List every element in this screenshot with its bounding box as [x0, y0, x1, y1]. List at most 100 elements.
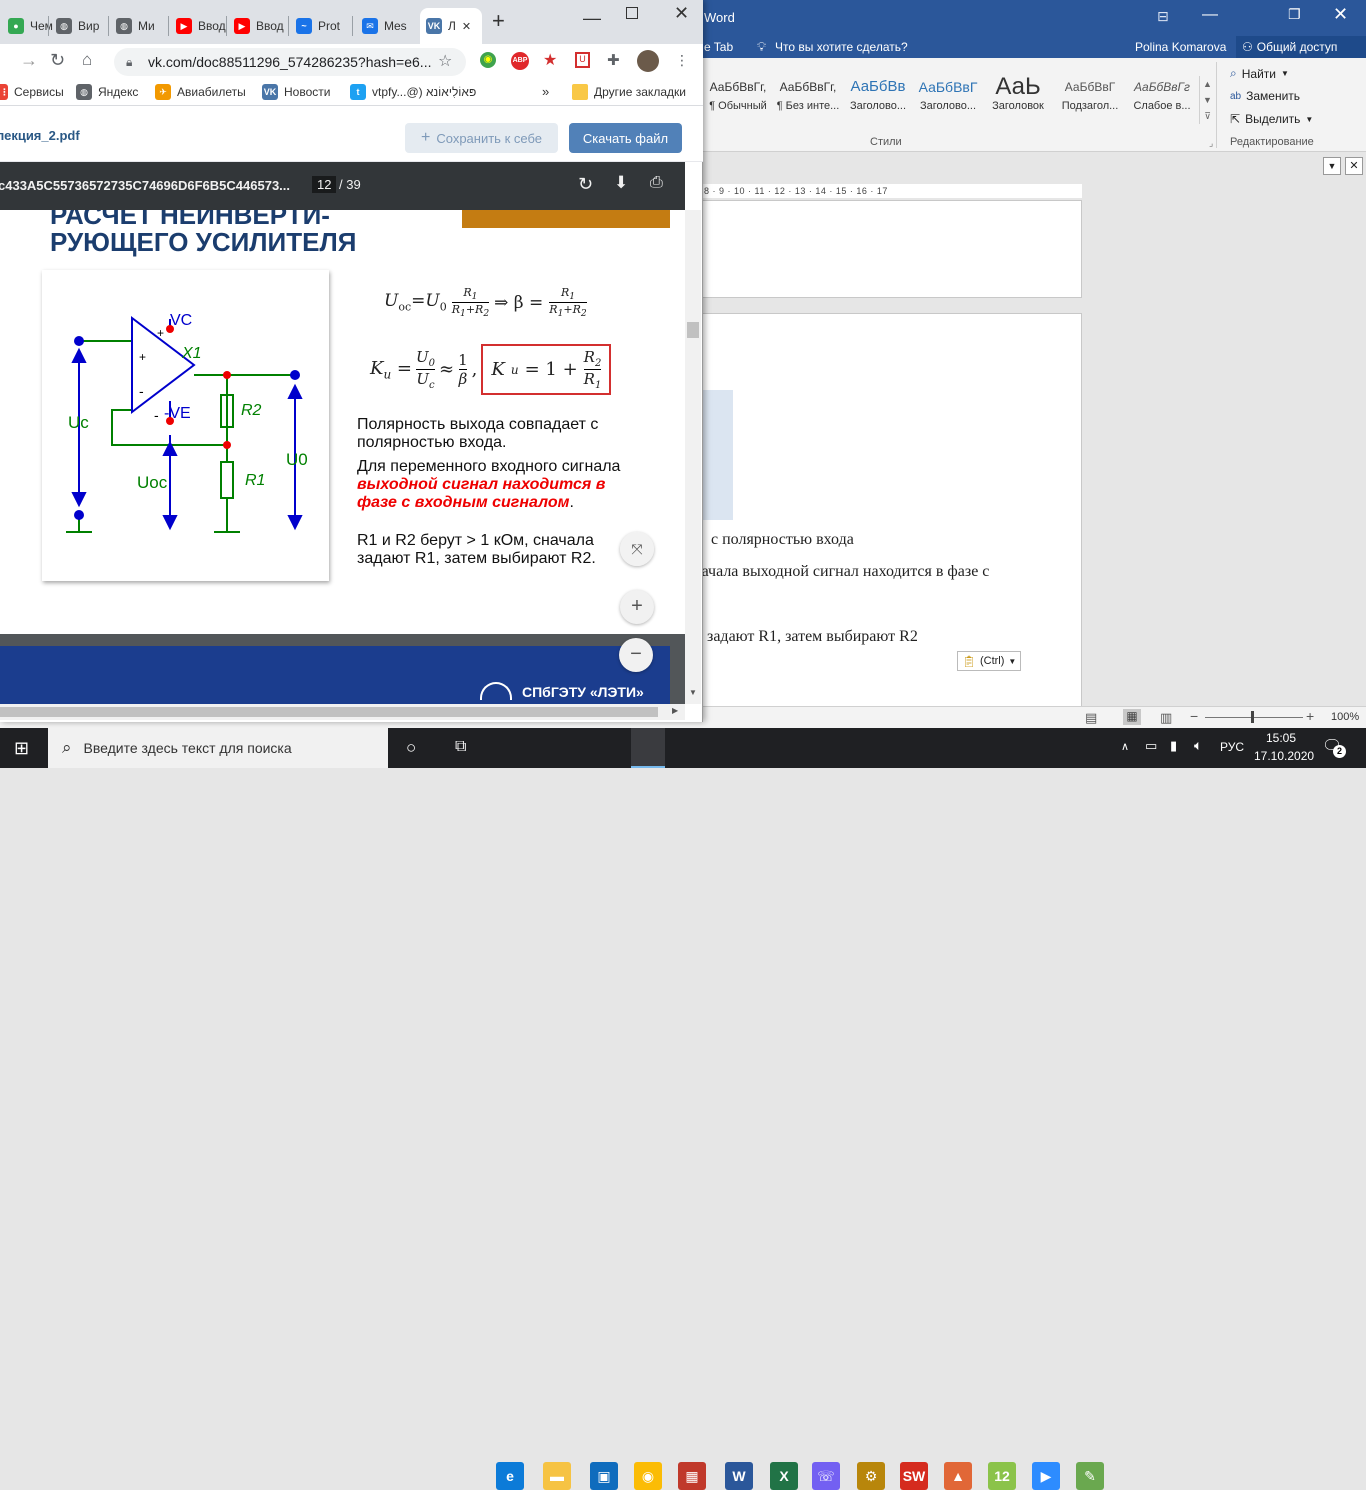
- extension-star-icon[interactable]: ★: [543, 50, 557, 70]
- page-number-input[interactable]: 12: [312, 176, 337, 193]
- excel-icon[interactable]: X: [770, 1462, 798, 1490]
- edge-icon[interactable]: e: [496, 1462, 524, 1490]
- share-button[interactable]: ⚇ Общий доступ: [1236, 36, 1366, 58]
- style-heading1[interactable]: АаБбВв Заголово...: [842, 74, 914, 120]
- print-icon[interactable]: ⎙: [650, 174, 663, 192]
- paste-options-button[interactable]: 📋︎ (Ctrl) ▼: [957, 651, 1022, 671]
- download-icon[interactable]: ⬇: [614, 173, 628, 193]
- forward-icon[interactable]: →: [20, 50, 38, 71]
- taskbar-search-box[interactable]: ⌕ Введите здесь текст для поиска: [48, 728, 388, 768]
- word-ruler[interactable]: 8 · 9 · 10 · 11 · 12 · 13 · 14 · 15 · 16…: [700, 184, 1082, 198]
- notification-center-icon[interactable]: 🗨︎ 2: [1322, 736, 1346, 760]
- tray-chevron-icon[interactable]: ∧: [1121, 740, 1129, 753]
- style-heading2[interactable]: АаБбВвГ Заголово...: [912, 74, 984, 120]
- browser-tab[interactable]: ~ Prot: [290, 8, 346, 44]
- style-normal[interactable]: АаБбВвГг, ¶ Обычный: [702, 74, 774, 120]
- browser-tab[interactable]: ✉ Mes: [356, 8, 412, 44]
- task-view-icon[interactable]: ⧉: [455, 738, 466, 756]
- extension-1-icon[interactable]: ◉: [480, 52, 496, 68]
- pdf-horizontal-scrollbar[interactable]: ▶: [0, 704, 685, 720]
- network-icon[interactable]: ▭: [1145, 738, 1157, 754]
- pdf-vertical-scrollbar[interactable]: ▼: [685, 210, 701, 704]
- file-explorer-icon[interactable]: ▬: [543, 1462, 571, 1490]
- style-no-spacing[interactable]: АаБбВвГг, ¶ Без инте...: [772, 74, 844, 120]
- lock-icon[interactable]: 🔒︎: [126, 48, 132, 76]
- zoom-thumb[interactable]: [1251, 711, 1254, 723]
- url-text[interactable]: vk.com/doc88511296_574286235?hash=e6...: [148, 54, 431, 70]
- scroll-right-icon[interactable]: ▶: [672, 706, 678, 715]
- minimize-icon[interactable]: —: [1202, 6, 1218, 24]
- zoom-in-icon[interactable]: +: [1306, 708, 1314, 724]
- ribbon-close[interactable]: ✕: [1345, 157, 1363, 175]
- ribbon-display-icon[interactable]: ⊟: [1157, 8, 1169, 25]
- style-subtitle[interactable]: АаБбВвГ Подзагол...: [1054, 74, 1126, 120]
- minimize-icon[interactable]: —: [583, 8, 601, 29]
- clock-time[interactable]: 15:05: [1266, 731, 1296, 745]
- scroll-thumb[interactable]: [687, 322, 699, 338]
- browser-tab[interactable]: VK Л ✕: [420, 8, 482, 44]
- extension-u-icon[interactable]: U: [575, 52, 590, 68]
- download-file-button[interactable]: Скачать файл: [569, 123, 682, 153]
- store-icon[interactable]: ▣: [590, 1462, 618, 1490]
- ribbon-options-down[interactable]: ▼: [1323, 157, 1341, 175]
- close-icon[interactable]: ✕: [674, 3, 689, 24]
- viber-icon[interactable]: ☏: [812, 1462, 840, 1490]
- bookmark-item[interactable]: ✈ Авиабилеты: [155, 84, 246, 100]
- read-mode-icon[interactable]: ▤: [1085, 710, 1097, 726]
- app-gear-icon[interactable]: ⚙: [857, 1462, 885, 1490]
- save-to-myself-button[interactable]: + Сохранить к себе: [405, 123, 558, 153]
- paint-icon[interactable]: ✎: [1076, 1462, 1104, 1490]
- rotate-icon[interactable]: ↻: [578, 174, 593, 195]
- volume-icon[interactable]: 🔈︎: [1194, 737, 1202, 754]
- replace-button[interactable]: ab Заменить: [1230, 89, 1300, 103]
- matlab-icon[interactable]: ▲: [944, 1462, 972, 1490]
- clock-date[interactable]: 17.10.2020: [1254, 749, 1314, 763]
- find-button[interactable]: ⌕ Найти ▼: [1230, 66, 1289, 81]
- windows-start-icon[interactable]: ⊞: [14, 738, 29, 759]
- zoom-slider[interactable]: [1205, 717, 1303, 718]
- app-12-icon[interactable]: 12: [988, 1462, 1016, 1490]
- address-bar[interactable]: 🔒︎ vk.com/doc88511296_574286235?hash=e6.…: [114, 48, 466, 76]
- battery-icon[interactable]: ▮: [1170, 738, 1177, 754]
- zoom-level[interactable]: 100%: [1331, 711, 1359, 723]
- word-icon[interactable]: W: [725, 1462, 753, 1490]
- browser-tab[interactable]: ▶ Ввод: [228, 8, 284, 44]
- browser-tab[interactable]: ◍ Вир: [50, 8, 106, 44]
- star-icon[interactable]: ☆: [438, 48, 452, 76]
- fit-page-button[interactable]: ⤧: [620, 532, 654, 566]
- chrome-menu-icon[interactable]: ⋮: [675, 52, 689, 69]
- zoom-out-icon[interactable]: −: [1190, 708, 1198, 724]
- browser-tab[interactable]: ▶ Ввод: [170, 8, 226, 44]
- bookmark-item[interactable]: t vtpfy...@) פּאוֹלִיאוֹנא: [350, 84, 476, 100]
- styles-scroll[interactable]: ▲ ▼ ⊽: [1199, 76, 1215, 124]
- other-bookmarks[interactable]: ▬ Другие закладки: [572, 84, 686, 100]
- ribbon-tab-fragment[interactable]: e Tab: [704, 40, 733, 54]
- zoom-in-button[interactable]: +: [620, 590, 654, 624]
- language-indicator[interactable]: РУС: [1220, 740, 1244, 754]
- restore-icon[interactable]: ❐: [1288, 6, 1301, 23]
- style-title[interactable]: АаЬ Заголовок: [982, 74, 1054, 120]
- web-layout-icon[interactable]: ▥: [1160, 710, 1172, 726]
- select-button[interactable]: ⇱ Выделить ▼: [1230, 112, 1313, 126]
- print-layout-icon[interactable]: ▦: [1123, 709, 1141, 725]
- bookmark-item[interactable]: ⋮⋮ Сервисы: [0, 84, 64, 100]
- solidworks-icon[interactable]: SW: [900, 1462, 928, 1490]
- chrome-icon[interactable]: ◉: [634, 1462, 662, 1490]
- doc-page-main[interactable]: с полярностью входа начала выходной сигн…: [693, 313, 1082, 708]
- zoom-out-button[interactable]: −: [619, 638, 653, 672]
- zoom-icon[interactable]: ▶: [1032, 1462, 1060, 1490]
- browser-tab[interactable]: ◍ Ми: [110, 8, 166, 44]
- reload-icon[interactable]: ↻: [50, 50, 65, 71]
- profile-avatar[interactable]: [637, 50, 659, 72]
- close-icon[interactable]: ✕: [1333, 4, 1348, 25]
- user-name[interactable]: Polina Komarova: [1135, 40, 1226, 54]
- maximize-icon[interactable]: [626, 7, 638, 19]
- hscroll-thumb[interactable]: [0, 707, 658, 717]
- adblock-icon[interactable]: ABP: [511, 52, 529, 70]
- bookmark-item[interactable]: VK Новости: [262, 84, 330, 100]
- more-bookmarks-icon[interactable]: »: [542, 84, 549, 99]
- home-icon[interactable]: ⌂: [82, 50, 92, 70]
- tab-close-icon[interactable]: ✕: [462, 20, 471, 33]
- cortana-icon[interactable]: ○: [406, 738, 416, 758]
- styles-dialog-launcher[interactable]: ⌟: [1209, 138, 1213, 149]
